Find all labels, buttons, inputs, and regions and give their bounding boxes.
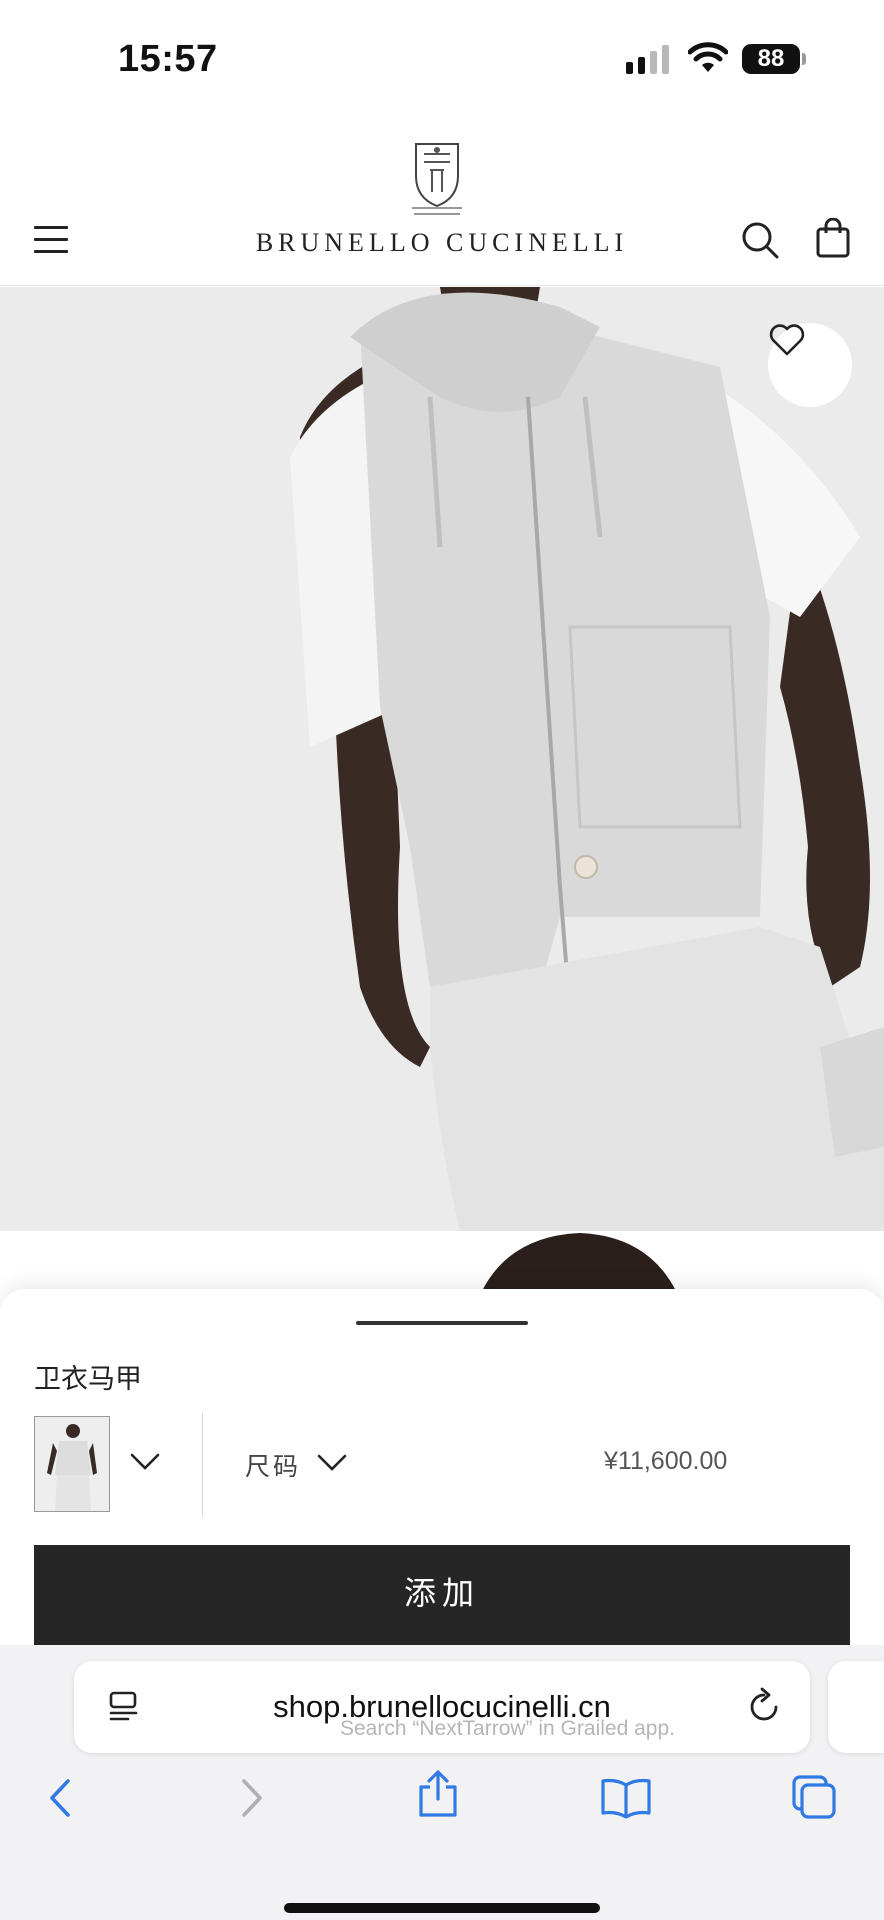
product-price: ¥11,600.00 (604, 1447, 728, 1475)
product-image[interactable] (0, 287, 884, 1231)
tabs-icon[interactable] (790, 1773, 838, 1821)
wifi-icon (688, 42, 728, 72)
shopping-bag-icon[interactable] (816, 218, 850, 258)
share-icon[interactable] (417, 1769, 459, 1819)
site-header: BRUNELLO CUCINELLI (0, 120, 884, 286)
add-to-bag-button[interactable]: 添加 (34, 1545, 850, 1645)
browser-bottom-bar: shop.brunellocucinelli.cn Search “NextTa… (0, 1645, 884, 1920)
next-tab-peek[interactable] (828, 1661, 884, 1753)
thumbnail-image (47, 1424, 97, 1511)
chevron-down-icon[interactable] (130, 1453, 160, 1471)
status-time: 15:57 (118, 38, 218, 80)
battery-tip (802, 53, 806, 65)
status-bar: 15:57 88 (0, 0, 884, 120)
heart-icon (769, 324, 805, 356)
product-name: 卫衣马甲 (34, 1364, 142, 1394)
battery-icon: 88 (742, 44, 800, 74)
brand-crest-logo[interactable] (406, 136, 468, 220)
next-image-preview[interactable] (0, 1231, 884, 1291)
sheet-grabber[interactable] (356, 1321, 528, 1325)
product-photo (290, 287, 884, 1231)
search-icon[interactable] (740, 220, 780, 260)
size-selector-label[interactable]: 尺码 (245, 1447, 301, 1483)
back-icon[interactable] (46, 1777, 74, 1819)
divider (202, 1413, 203, 1517)
watermark-text: Search “NextTarrow” in Grailed app. (340, 1717, 675, 1740)
product-bottom-sheet: 卫衣马甲 尺码 ¥11,600.00 添加 (0, 1289, 884, 1645)
home-indicator (284, 1903, 600, 1913)
cellular-signal-icon (626, 44, 669, 74)
forward-icon[interactable] (238, 1777, 266, 1819)
bookmarks-icon[interactable] (600, 1777, 652, 1819)
favorite-button[interactable] (768, 323, 852, 407)
reload-icon[interactable] (746, 1687, 782, 1725)
chevron-down-icon[interactable] (317, 1454, 347, 1472)
next-image-head (482, 1233, 676, 1291)
color-thumbnail[interactable] (34, 1416, 110, 1512)
